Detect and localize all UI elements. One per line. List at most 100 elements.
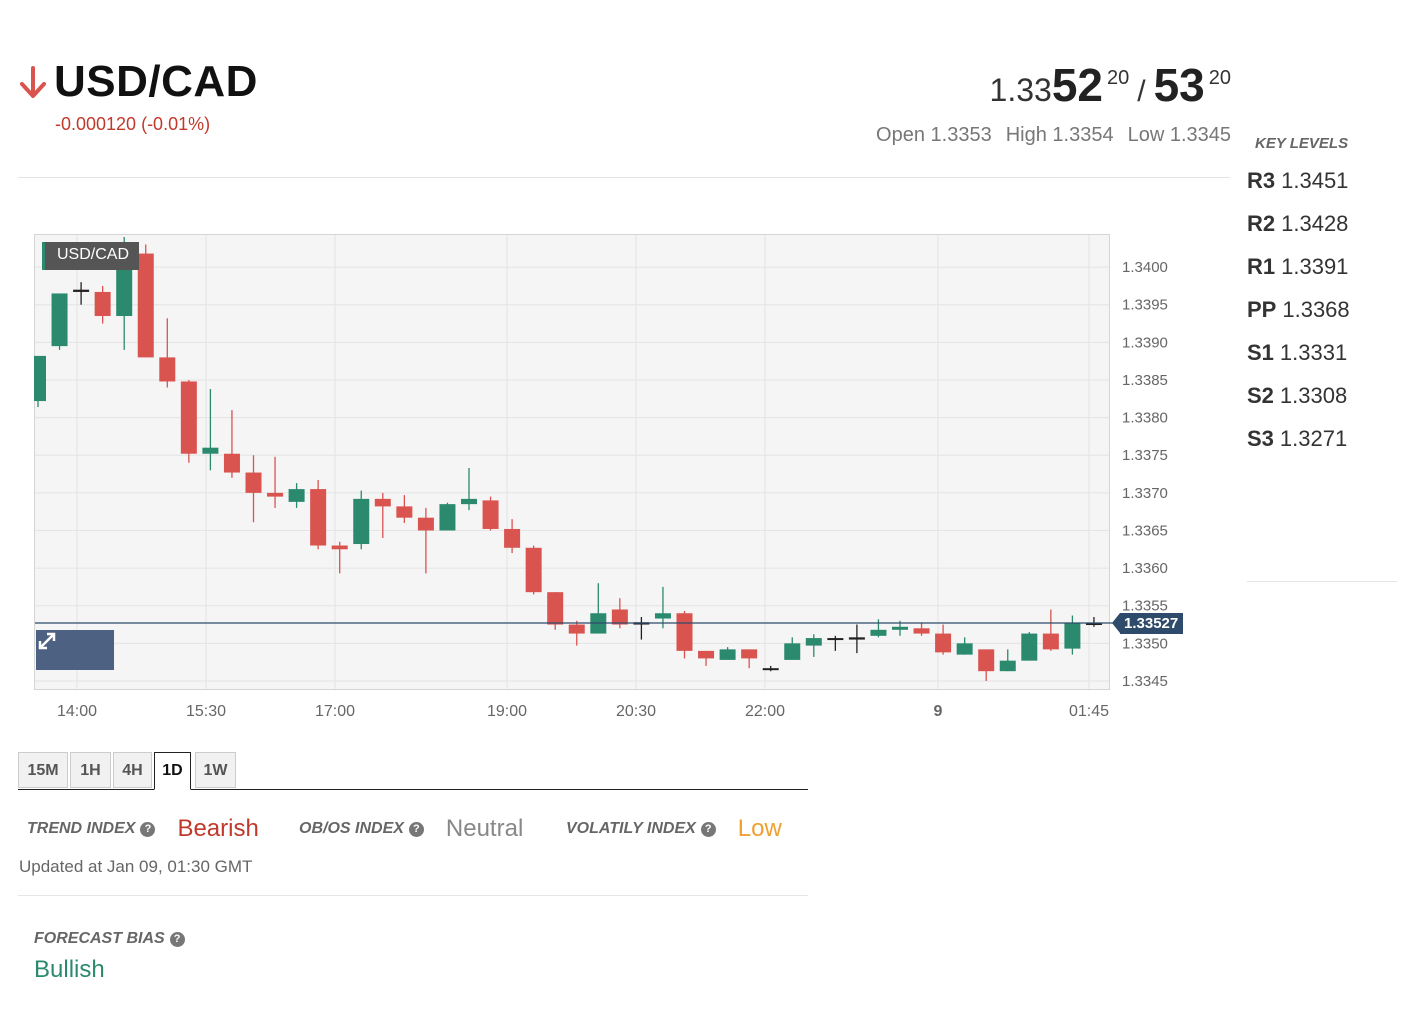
low-value: Low 1.3345 bbox=[1127, 124, 1231, 146]
header-divider bbox=[18, 177, 1230, 178]
candle-body bbox=[547, 592, 564, 625]
x-tick-label: 20:30 bbox=[616, 703, 656, 720]
key-level-value: 1.3308 bbox=[1279, 383, 1348, 408]
tab-15m[interactable]: 15M bbox=[18, 752, 68, 788]
candle-body bbox=[1021, 633, 1038, 661]
trend-index: TREND INDEX ? Bearish bbox=[27, 815, 259, 843]
candle-body bbox=[245, 472, 262, 493]
candle-body bbox=[180, 381, 197, 454]
question-circle-icon[interactable]: ? bbox=[140, 821, 156, 837]
x-tick-label: 9 bbox=[934, 703, 943, 720]
open-high-low: Open 1.3353 High 1.3354 Low 1.3345 bbox=[862, 124, 1231, 147]
candle-body bbox=[439, 504, 456, 531]
candle-body bbox=[913, 628, 930, 634]
key-levels-divider bbox=[1247, 581, 1397, 582]
x-tick-label: 22:00 bbox=[745, 703, 785, 720]
y-tick-label: 1.3350 bbox=[1122, 635, 1168, 652]
open-value: Open 1.3353 bbox=[876, 124, 992, 146]
quote-panel: 1.3352 20/53 20 Open 1.3353 High 1.3354 Low … bbox=[862, 62, 1231, 147]
key-level-name: S2 bbox=[1247, 383, 1274, 408]
key-level-name: R2 bbox=[1247, 211, 1276, 236]
key-level-name: S3 bbox=[1247, 426, 1274, 451]
ask-sup: 20 bbox=[1208, 67, 1231, 89]
pair-title: USD/CAD bbox=[54, 57, 258, 106]
ask-big: 53 bbox=[1153, 59, 1205, 111]
bid-sup: 20 bbox=[1106, 67, 1130, 89]
candle-body bbox=[741, 649, 758, 659]
candle-body bbox=[805, 638, 822, 646]
arrow-down-icon bbox=[20, 66, 46, 98]
candle-body bbox=[1064, 623, 1081, 649]
candle-body bbox=[848, 637, 865, 640]
candle-body bbox=[417, 517, 434, 531]
candle-body bbox=[288, 489, 305, 502]
index-row: TREND INDEX ? Bearish OB/OS INDEX ? Neut… bbox=[27, 815, 807, 851]
y-tick-label: 1.3380 bbox=[1122, 410, 1168, 427]
expand-chart-button[interactable] bbox=[36, 630, 114, 670]
y-tick-label: 1.3365 bbox=[1122, 522, 1168, 539]
candle-body bbox=[202, 447, 219, 454]
key-level-value: 1.3428 bbox=[1281, 211, 1349, 236]
x-tick-label: 01:45 bbox=[1069, 703, 1109, 720]
obos-index-value: Neutral bbox=[445, 815, 524, 842]
tab-1h[interactable]: 1H bbox=[70, 752, 111, 788]
y-tick-label: 1.3370 bbox=[1122, 485, 1168, 502]
x-tick-label: 14:00 bbox=[57, 703, 97, 720]
candle-body bbox=[827, 638, 844, 641]
trend-index-value: Bearish bbox=[177, 815, 259, 842]
candle-body bbox=[999, 660, 1016, 672]
tab-4h[interactable]: 4H bbox=[113, 752, 152, 788]
bid-prefix: 1.33 bbox=[989, 72, 1052, 108]
y-tick-label: 1.3400 bbox=[1122, 259, 1168, 276]
question-circle-icon[interactable]: ? bbox=[408, 821, 424, 837]
candle-body bbox=[396, 506, 413, 518]
instrument-header: USD/CAD -0.000120 (-0.01%) bbox=[18, 60, 258, 135]
current-price-tag: 1.33527 bbox=[1111, 613, 1184, 635]
updated-timestamp: Updated at Jan 09, 01:30 GMT bbox=[19, 857, 253, 876]
candle-body bbox=[461, 498, 477, 505]
candle-body bbox=[978, 649, 995, 672]
chart-symbol-label: USD/CAD bbox=[42, 242, 140, 270]
key-level-value: 1.3451 bbox=[1281, 168, 1349, 193]
candlestick-chart-svg[interactable]: 1.33451.33501.33551.33601.33651.33701.33… bbox=[34, 234, 1194, 724]
price-chart[interactable]: 1.3345 1.3350 1.3355 1.3360 1.3365 1.3370 1.33… bbox=[34, 234, 1194, 724]
expand-icon bbox=[38, 632, 56, 650]
quote-slash: / bbox=[1137, 75, 1146, 108]
forecast-bias-label: FORECAST BIAS bbox=[34, 930, 165, 947]
high-value: High 1.3354 bbox=[1005, 124, 1114, 146]
question-circle-icon[interactable]: ? bbox=[169, 931, 185, 947]
key-level-name: PP bbox=[1247, 297, 1277, 322]
key-level-value: 1.3331 bbox=[1279, 340, 1348, 365]
candle-body bbox=[353, 498, 370, 545]
question-circle-icon[interactable]: ? bbox=[700, 821, 716, 837]
bid-big: 52 bbox=[1051, 59, 1103, 111]
candle-body bbox=[719, 649, 736, 660]
candle-body bbox=[267, 492, 284, 497]
y-tick-label: 1.3390 bbox=[1122, 334, 1168, 351]
price-change: -0.000120 (-0.01%) bbox=[55, 114, 211, 134]
key-level-name: R1 bbox=[1247, 254, 1276, 279]
x-tick-label: 19:00 bbox=[487, 703, 527, 720]
y-tick-label: 1.3375 bbox=[1122, 447, 1168, 464]
candle-body bbox=[94, 291, 111, 317]
volatility-index-label: VOLATILY INDEX bbox=[566, 820, 696, 837]
candle-body bbox=[676, 613, 693, 651]
candle-body bbox=[525, 547, 542, 593]
x-tick-label: 17:00 bbox=[315, 703, 355, 720]
section-divider bbox=[18, 895, 808, 896]
tab-1w[interactable]: 1W bbox=[195, 752, 236, 788]
forecast-bias: FORECAST BIAS ? Bullish bbox=[34, 930, 185, 984]
candle-body bbox=[73, 289, 90, 292]
tab-1d[interactable]: 1D bbox=[154, 752, 191, 790]
key-level-value: 1.3391 bbox=[1281, 254, 1349, 279]
key-level-value: 1.3271 bbox=[1279, 426, 1348, 451]
key-level-value: 1.3368 bbox=[1282, 297, 1350, 322]
candle-body bbox=[568, 624, 585, 634]
y-tick-label: 1.3360 bbox=[1122, 560, 1168, 577]
candle-body bbox=[1042, 633, 1059, 650]
key-levels-title: KEY LEVELS bbox=[1255, 135, 1349, 152]
candle-body bbox=[504, 528, 521, 548]
y-tick-label: 1.3395 bbox=[1122, 297, 1168, 314]
candle-body bbox=[935, 633, 952, 653]
key-levels-panel: KEY LEVELS R3 1.3451 R2 1.3428 R1 1.3391 PP 1.3… bbox=[1247, 135, 1397, 582]
